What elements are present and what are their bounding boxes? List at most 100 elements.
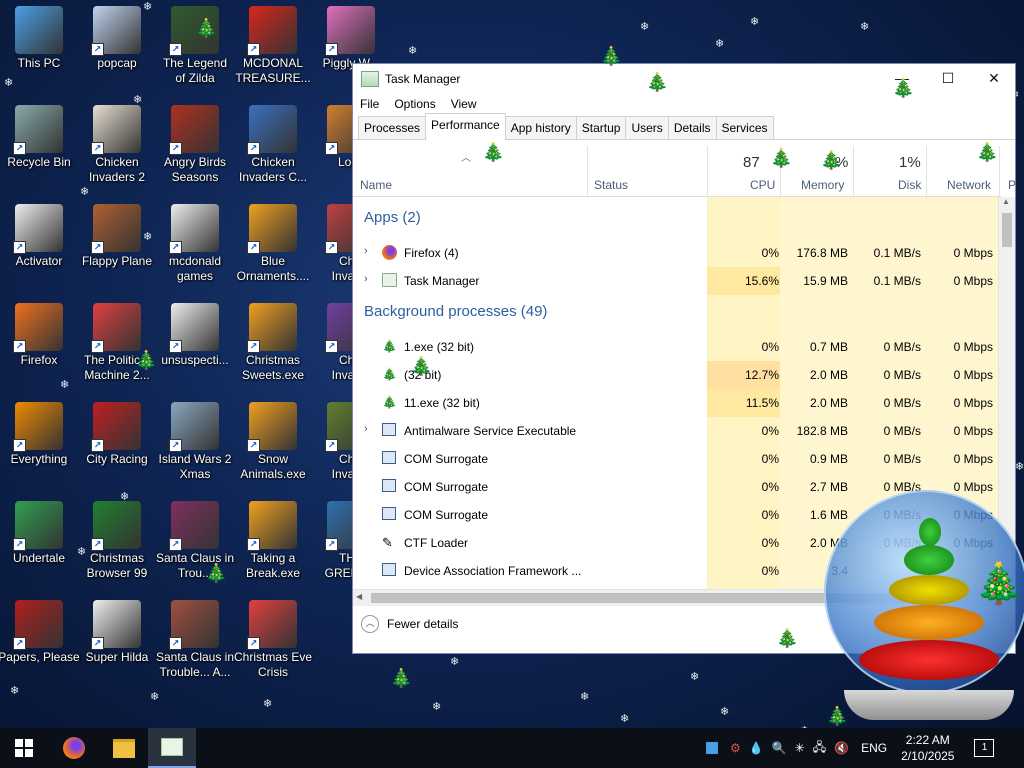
column-memory[interactable]: Memory [801, 178, 844, 192]
notifications-button[interactable]: 1 [974, 739, 995, 757]
desktop-icon[interactable]: ↗ City Racing [72, 398, 162, 494]
shortcut-arrow-icon: ↗ [91, 43, 104, 56]
taskbar-file-explorer[interactable] [100, 728, 148, 768]
tab-startup[interactable]: Startup [575, 116, 627, 139]
app-icon: ↗ [169, 402, 219, 452]
desktop-icon[interactable]: ↗ Island Wars 2 Xmas [150, 398, 240, 494]
process-cpu: 0% [761, 246, 779, 260]
taskbar-task-manager[interactable] [148, 728, 196, 768]
column-name[interactable]: Name [360, 178, 392, 192]
process-cpu: 0% [761, 480, 779, 494]
desktop-icon-label: Taking a Break.exe [245, 551, 301, 580]
column-status[interactable]: Status [594, 178, 628, 192]
taskbar-firefox[interactable] [50, 728, 98, 768]
table-row[interactable]: 🎄 (32 bit) 12.7% 2.0 MB 0 MB/s 0 Mbps [353, 361, 1001, 389]
tab-details[interactable]: Details [667, 116, 717, 139]
table-row[interactable]: › Firefox (4) 0% 176.8 MB 0.1 MB/s 0 Mbps [353, 239, 1001, 267]
expand-chevron-icon[interactable]: › [364, 273, 368, 285]
column-network[interactable]: Network [947, 178, 991, 192]
desktop-icon[interactable]: ↗ The Politic... Machine 2... [72, 299, 162, 395]
desktop-icon-label: The Legend of Zilda [162, 56, 228, 85]
network-icon[interactable]: 🖧 [813, 738, 826, 759]
column-power[interactable]: P [1008, 178, 1016, 192]
windows-logo-icon [15, 739, 33, 757]
tree-icon: 🎄 [892, 78, 915, 98]
firefox-icon [63, 737, 85, 759]
chevron-up-icon: ︿ [361, 615, 379, 633]
desktop-icon-label: unsuspecti... [161, 353, 229, 367]
app-icon: ↗ [13, 303, 63, 353]
cpu-percent: 87 [743, 154, 760, 171]
desktop-icon[interactable]: ↗ Christmas Eve Crisis [228, 596, 318, 692]
app-icon [15, 6, 63, 54]
shortcut-arrow-icon: ↗ [13, 439, 26, 452]
table-row[interactable]: 🎄 11.exe (32 bit) 11.5% 2.0 MB 0 MB/s 0 Mbps [353, 389, 1001, 417]
sort-chevron-icon[interactable]: ︿ [461, 149, 471, 164]
close-button[interactable]: ✕ [971, 64, 1017, 93]
start-button[interactable] [0, 728, 48, 768]
tree-icon: 🎄 [600, 46, 623, 66]
tab-users[interactable]: Users [625, 116, 669, 139]
table-row[interactable]: › Task Manager 15.6% 15.9 MB 0.1 MB/s 0 Mbps [353, 267, 1001, 295]
app-icon: ↗ [325, 6, 375, 56]
table-row[interactable]: COM Surrogate 0% 0.9 MB 0 MB/s 0 Mbps [353, 445, 1001, 473]
volume-muted-icon[interactable]: 🔇 [834, 741, 849, 755]
desktop-icon-label: Chicken Invaders 2 [88, 155, 146, 184]
firefox-icon [382, 245, 397, 260]
shortcut-arrow-icon: ↗ [169, 637, 182, 650]
clock[interactable]: 2:22 AM 2/10/2025 [901, 732, 954, 764]
tab-app-history[interactable]: App history [504, 116, 577, 139]
column-cpu[interactable]: CPU [750, 178, 775, 192]
process-cpu: 12.7% [744, 368, 779, 382]
desktop-icon[interactable]: ↗ popcap [72, 2, 162, 98]
tree-icon: 🎄 [770, 148, 793, 168]
desktop-icon[interactable]: ↗ MCDONAL TREASURE... [228, 2, 318, 98]
desktop-icon[interactable]: ↗ Christmas Sweets.exe [228, 299, 318, 395]
desktop-icon[interactable]: ↗ mcdonald games [150, 200, 240, 296]
service-icon [382, 423, 396, 436]
desktop-icon[interactable]: ↗ Chicken Invaders C... [228, 101, 318, 197]
desktop-icon[interactable]: ↗ Flappy Plane [72, 200, 162, 296]
tray-search-icon[interactable]: 🔍 [772, 741, 787, 755]
process-cpu: 0% [761, 564, 779, 578]
tray-drop-icon[interactable]: 💧 [749, 741, 764, 755]
expand-chevron-icon[interactable]: › [364, 245, 368, 257]
table-row[interactable]: › Antimalware Service Executable 0% 182.8 M… [353, 417, 1001, 445]
expand-chevron-icon[interactable]: › [364, 423, 368, 435]
maximize-button[interactable]: ☐ [925, 64, 971, 93]
process-name: COM Surrogate [404, 508, 489, 522]
tray-app-icon[interactable] [706, 742, 718, 754]
tab-processes[interactable]: Processes [358, 116, 427, 139]
process-name: Antimalware Service Executable [404, 424, 577, 438]
process-name: Device Association Framework ... [404, 564, 582, 578]
tab-performance[interactable]: Performance [425, 113, 506, 140]
desktop-icon[interactable]: ↗ Super Hilda [72, 596, 162, 692]
tree-icon: 🎄 [382, 395, 397, 409]
app-icon: ↗ [91, 402, 141, 452]
menu-options[interactable]: Options [394, 97, 435, 111]
tray-sparkle-icon[interactable]: ✳ [795, 741, 805, 755]
fewer-details-button[interactable]: ︿ Fewer details [361, 615, 458, 633]
menu-file[interactable]: File [360, 97, 379, 111]
menu-view[interactable]: View [451, 97, 477, 111]
desktop-icon[interactable]: ↗ Santa Claus in Trouble... A... [150, 596, 240, 692]
shortcut-arrow-icon: ↗ [91, 340, 104, 353]
desktop-icon[interactable]: ↗ Taking a Break.exe [228, 497, 318, 593]
desktop-icon[interactable]: ↗ Chicken Invaders 2 [72, 101, 162, 197]
desktop-icon-label: MCDONAL TREASURE... [235, 56, 311, 85]
process-cpu: 0% [761, 508, 779, 522]
desktop-icon[interactable]: ↗ Angry Birds Seasons [150, 101, 240, 197]
tray-settings-icon[interactable]: ⚙ [730, 741, 741, 755]
process-net: 0 Mbps [953, 368, 993, 382]
desktop-icon[interactable]: ↗ The Legend of Zilda [150, 2, 240, 98]
language-indicator[interactable]: ENG [861, 741, 887, 755]
desktop-icon[interactable]: ↗ Blue Ornaments.... [228, 200, 318, 296]
column-disk[interactable]: Disk [898, 178, 921, 192]
desktop-icon[interactable]: ↗ Snow Animals.exe [228, 398, 318, 494]
desktop-icon[interactable]: ↗ unsuspecti... [150, 299, 240, 395]
table-row[interactable]: 🎄 1.exe (32 bit) 0% 0.7 MB 0 MB/s 0 Mbps [353, 333, 1001, 361]
desktop-icon-label: Christmas Sweets.exe [241, 353, 305, 382]
tab-services[interactable]: Services [715, 116, 774, 139]
process-disk: 0 MB/s [883, 368, 921, 382]
shortcut-arrow-icon: ↗ [247, 340, 260, 353]
